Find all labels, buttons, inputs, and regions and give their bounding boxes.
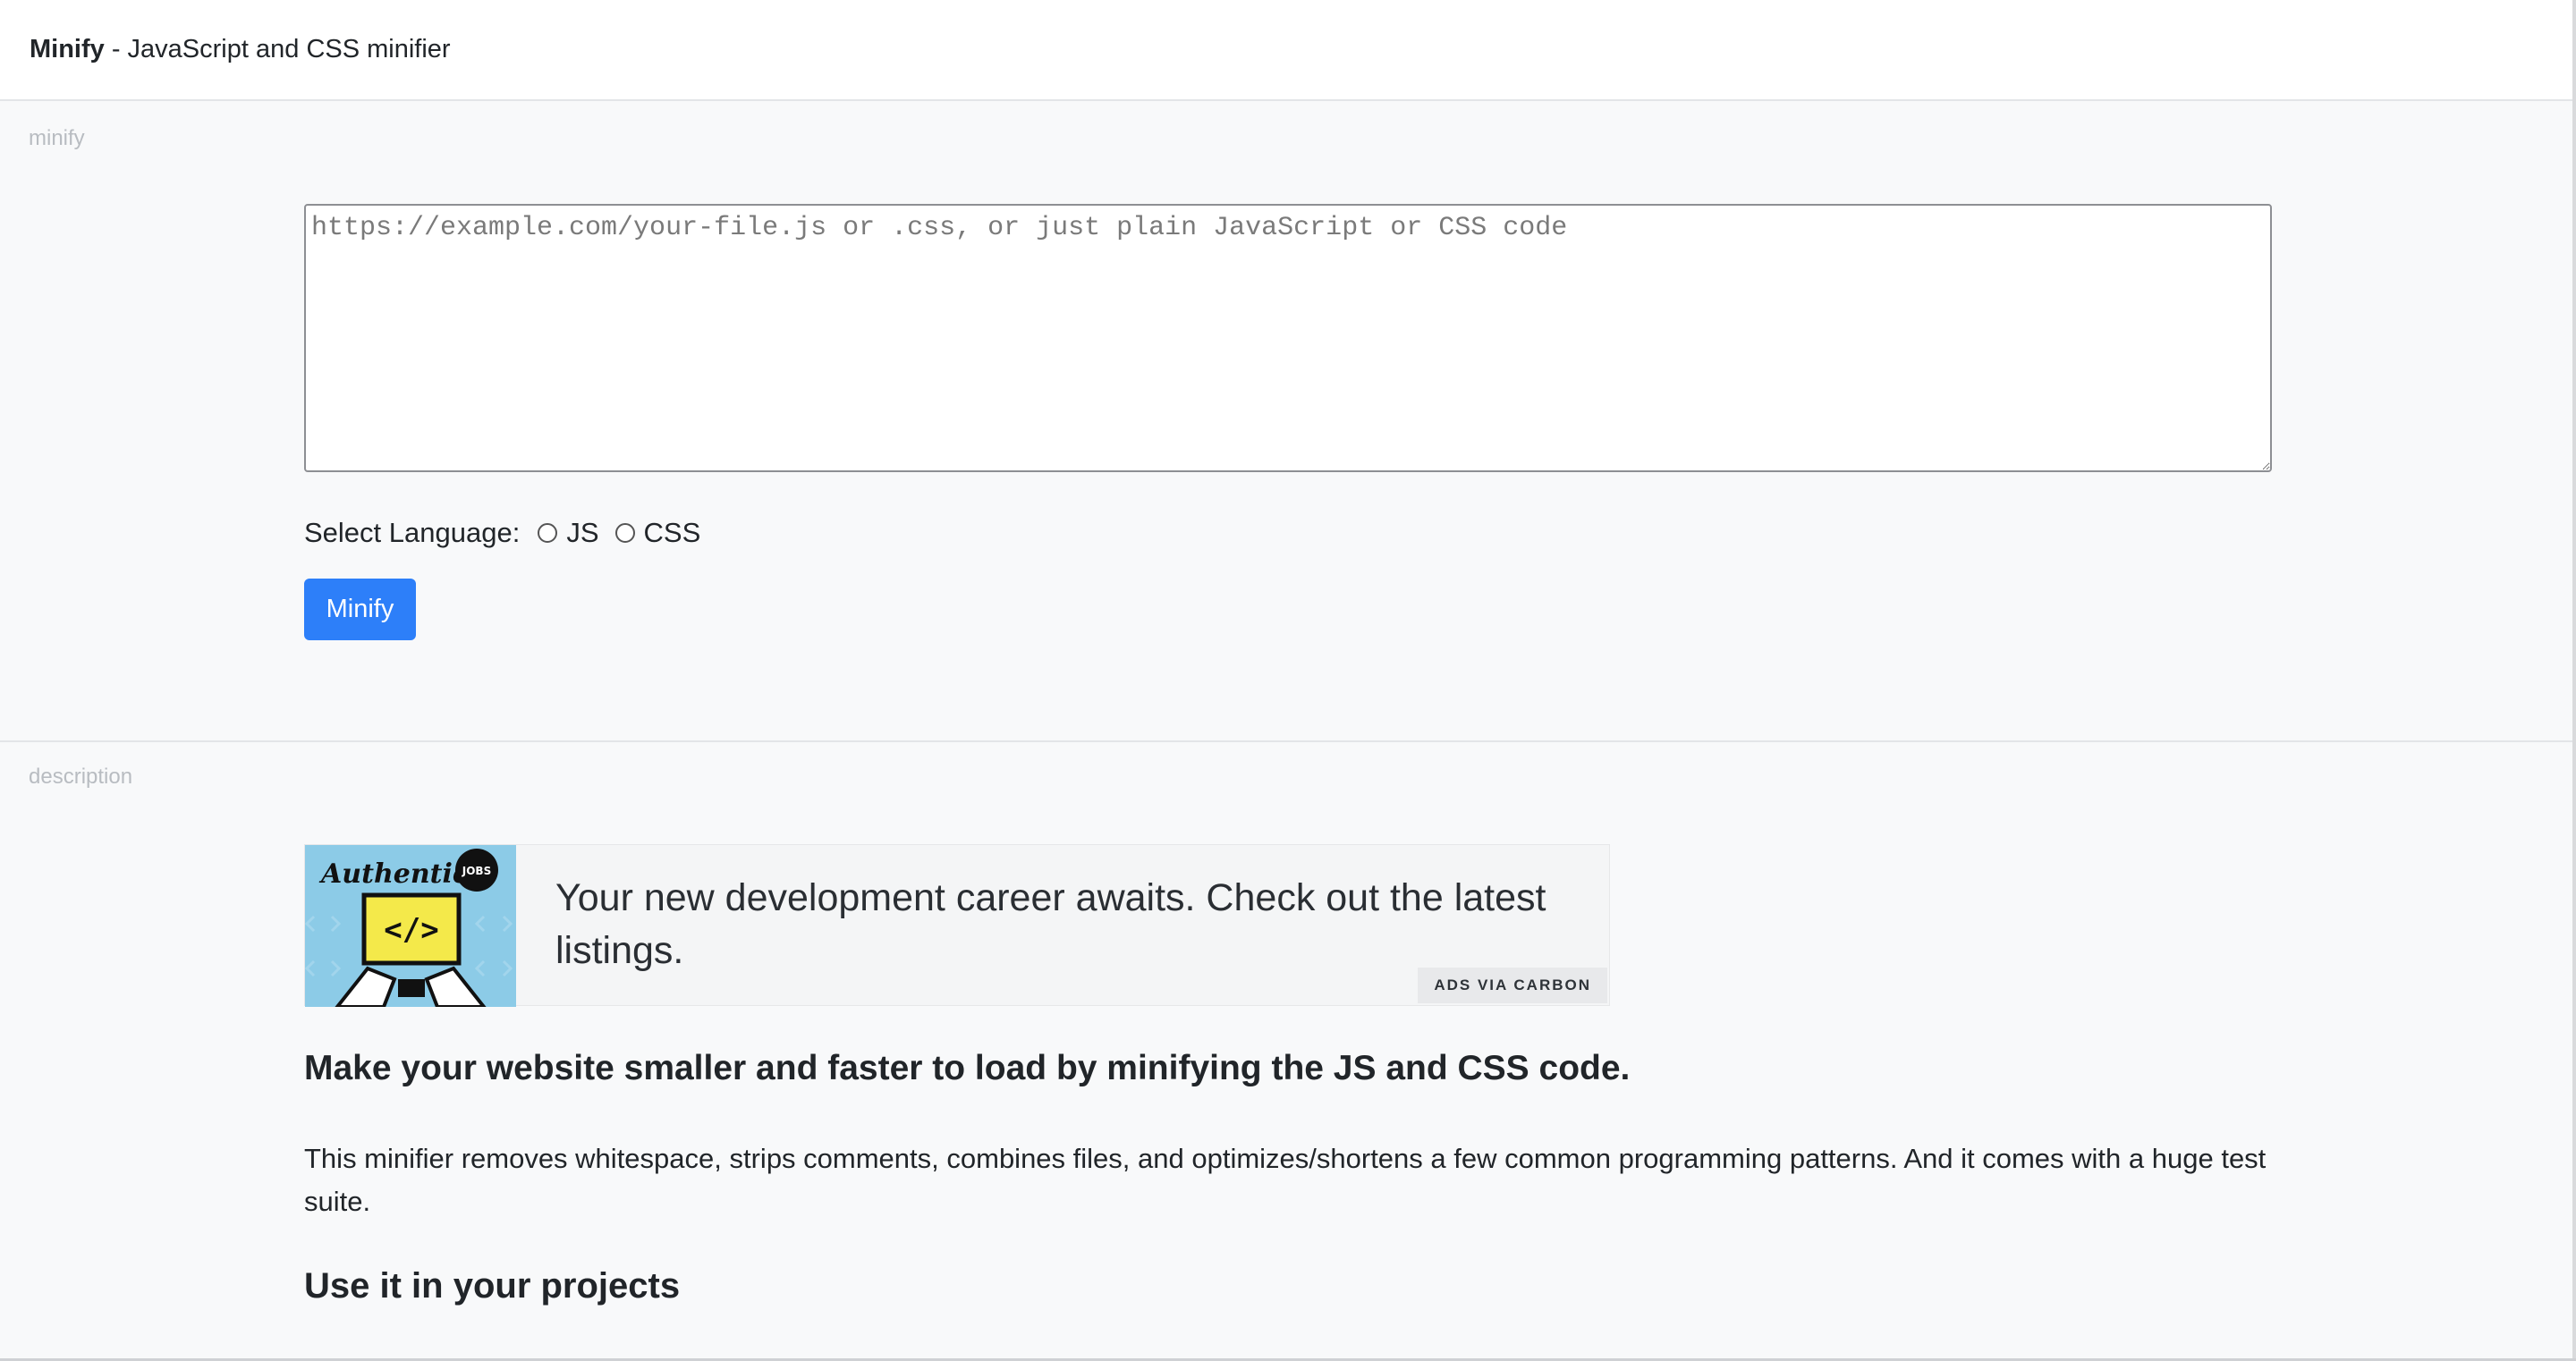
page-title: Minify - JavaScript and CSS minifier [30,32,451,66]
carbon-ad[interactable]: Authentic JOBS </> Your new development … [304,844,1610,1007]
section-label-minify: minify [29,126,85,150]
ad-code-symbol: </> [384,912,438,948]
ads-via-carbon-link[interactable]: ADS VIA CARBON [1418,968,1607,1003]
window-frame-right [2572,0,2576,1361]
top-header: Minify - JavaScript and CSS minifier [0,0,2576,101]
code-input[interactable] [304,204,2272,472]
description-paragraph: This minifier removes whitespace, strips… [304,1143,2267,1217]
section-label-description: description [29,765,133,789]
minify-button[interactable]: Minify [304,579,416,640]
section-divider [0,740,2576,742]
app-name: Minify [30,35,105,63]
ad-brand-text: Authentic [318,858,469,890]
language-label: Select Language: [304,517,521,548]
ad-jobs-badge: JOBS [462,865,491,877]
language-selector: Select Language: JS CSS [304,513,700,553]
use-in-projects-heading: Use it in your projects [304,1266,681,1306]
app-tagline: - JavaScript and CSS minifier [104,35,451,63]
ad-image[interactable]: Authentic JOBS </> [305,845,516,1007]
description-headline: Make your website smaller and faster to … [304,1049,1631,1087]
radio-js-label[interactable]: JS [566,517,598,549]
radio-css-label[interactable]: CSS [644,517,701,549]
ad-illustration: Authentic JOBS </> [305,845,516,1007]
radio-js[interactable] [538,523,558,543]
radio-css[interactable] [614,523,635,543]
ad-text[interactable]: Your new development career awaits. Chec… [555,872,1566,977]
